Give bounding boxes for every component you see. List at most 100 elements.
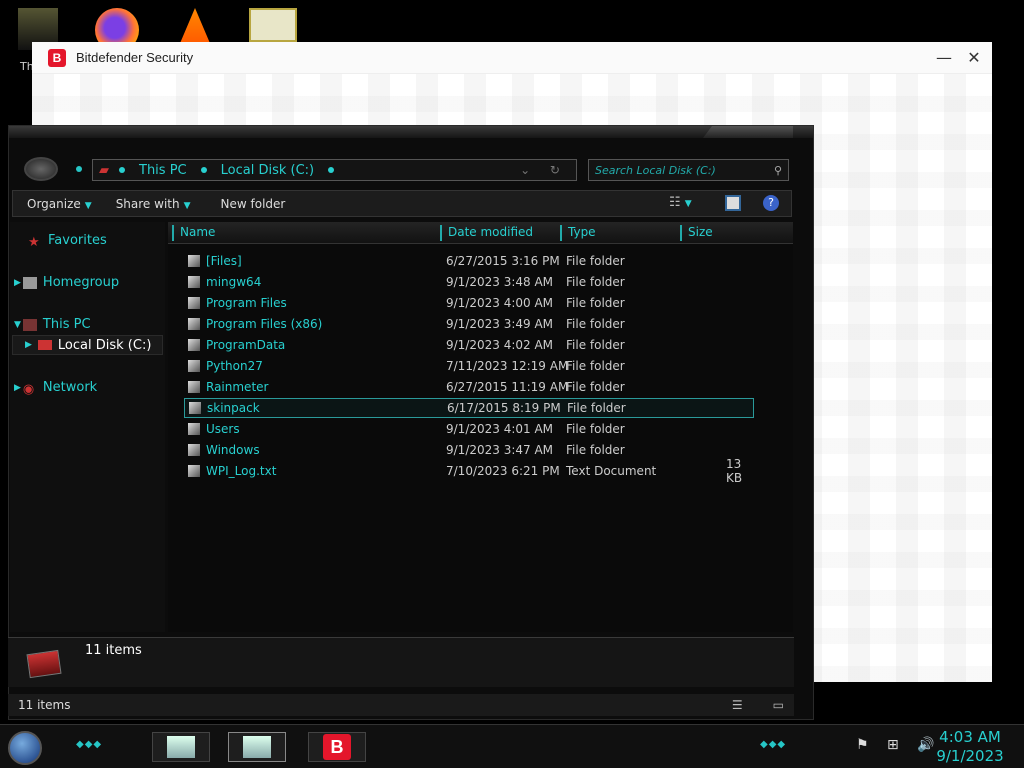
minimize-button[interactable]: — — [932, 48, 956, 67]
bitdefender-titlebar: B Bitdefender Security — ✕ — [32, 42, 992, 74]
file-row[interactable]: skinpack 6/17/2015 8:19 PM File folder — [184, 398, 754, 418]
expand-arrow-icon: ▶ — [25, 340, 32, 350]
hxd-icon[interactable] — [249, 8, 297, 42]
file-type: File folder — [566, 359, 625, 373]
file-date: 9/1/2023 4:00 AM — [446, 296, 554, 310]
search-placeholder: Search Local Disk (C:) — [595, 163, 716, 177]
column-header-size[interactable]: Size — [680, 225, 746, 241]
text-file-icon — [188, 465, 200, 477]
status-item-count: 11 items — [18, 698, 71, 712]
file-name: Users — [206, 422, 240, 436]
file-row[interactable]: mingw64 9/1/2023 3:48 AM File folder — [184, 272, 754, 292]
folder-icon — [188, 297, 200, 309]
folder-icon — [188, 255, 200, 267]
breadcrumb-separator-icon — [119, 167, 125, 173]
file-name: [Files] — [206, 254, 242, 268]
file-name: ProgramData — [206, 338, 286, 352]
chevron-down-icon: ▼ — [183, 200, 191, 211]
taskbar-app-bitdefender[interactable]: B — [308, 732, 366, 762]
nav-item-this-pc[interactable]: ▼ This PC — [14, 317, 91, 332]
explorer-icon — [243, 736, 271, 758]
column-header-date[interactable]: Date modified — [440, 225, 546, 241]
nav-item-local-disk[interactable]: ▶ Local Disk (C:) — [12, 335, 163, 355]
search-icon[interactable]: ⚲ — [774, 164, 782, 177]
nav-item-network[interactable]: ▶ ◉ Network — [14, 380, 97, 397]
taskbar-decoration-icon: ◆◆◆ — [76, 739, 103, 750]
tiles-view-icon[interactable]: ▭ — [773, 698, 784, 712]
expand-arrow-icon: ▶ — [14, 382, 21, 393]
file-name: skinpack — [207, 401, 260, 415]
folder-icon — [188, 423, 200, 435]
file-type: Text Document — [566, 464, 657, 478]
file-size: 13 KB — [726, 457, 743, 485]
chevron-down-icon: ▼ — [84, 200, 92, 211]
column-header-name[interactable]: Name — [172, 225, 427, 241]
preview-pane-icon[interactable] — [725, 195, 741, 211]
file-name: Windows — [206, 443, 260, 457]
file-row[interactable]: Program Files (x86) 9/1/2023 3:49 AM File … — [184, 314, 754, 334]
drive-icon — [37, 340, 52, 350]
bitdefender-icon: B — [323, 734, 351, 760]
organize-button[interactable]: Organize ▼ — [27, 197, 92, 211]
file-type: File folder — [566, 380, 625, 394]
file-list: Name Date modified Type Size [Files] 6/27… — [168, 222, 793, 632]
file-row[interactable]: Users 9/1/2023 4:01 AM File folder — [184, 419, 754, 439]
taskbar: ◆◆◆ B ◆◆◆ ⚑ ⊞ 🔊 4:03 AM 9/1/2023 — [0, 724, 1024, 768]
file-date: 6/27/2015 3:16 PM — [446, 254, 560, 268]
close-button[interactable]: ✕ — [962, 48, 986, 67]
file-date: 9/1/2023 4:02 AM — [446, 338, 554, 352]
details-view-icon[interactable]: ☰ — [732, 698, 743, 712]
nav-item-homegroup[interactable]: ▶ Homegroup — [14, 275, 119, 290]
explorer-icon — [167, 736, 195, 758]
drive-thumbnail-icon — [26, 649, 62, 679]
file-row[interactable]: WPI_Log.txt 7/10/2023 6:21 PM Text Documen… — [184, 457, 754, 485]
help-icon[interactable]: ? — [763, 195, 779, 211]
favorites-icon: ★ — [28, 234, 40, 250]
back-button[interactable] — [24, 157, 58, 181]
breadcrumb-separator-icon — [200, 167, 207, 173]
breadcrumb-this-pc[interactable]: This PC — [139, 163, 187, 178]
file-row[interactable]: Program Files 9/1/2023 4:00 AM File folder — [184, 293, 754, 313]
file-type: File folder — [566, 296, 625, 310]
expand-arrow-icon: ▶ — [14, 277, 21, 288]
address-dropdown-refresh-icon[interactable]: ⌄ ↻ — [520, 163, 568, 177]
taskbar-app-explorer[interactable] — [152, 732, 210, 762]
column-header-type[interactable]: Type — [560, 225, 664, 241]
file-row[interactable]: Rainmeter 6/27/2015 11:19 AM File folder — [184, 377, 754, 397]
file-date: 7/11/2023 12:19 AM — [446, 359, 569, 373]
folder-icon — [188, 444, 200, 456]
file-row[interactable]: Windows 9/1/2023 3:47 AM File folder — [184, 440, 754, 460]
nav-item-favorites[interactable]: ★ Favorites — [28, 233, 107, 250]
file-row[interactable]: [Files] 6/27/2015 3:16 PM File folder — [184, 251, 754, 271]
start-button[interactable] — [8, 731, 42, 765]
bitdefender-title: Bitdefender Security — [76, 50, 194, 65]
folder-icon — [188, 339, 200, 351]
taskbar-app-explorer-active[interactable] — [228, 732, 286, 762]
file-row[interactable]: ProgramData 9/1/2023 4:02 AM File folder — [184, 335, 754, 355]
breadcrumb-local-disk[interactable]: Local Disk (C:) — [221, 163, 314, 178]
view-options-icon[interactable]: ☷ ▼ — [669, 195, 692, 210]
share-with-button[interactable]: Share with ▼ — [116, 197, 191, 211]
folder-icon — [189, 402, 201, 414]
file-type: File folder — [566, 317, 625, 331]
file-type: File folder — [566, 254, 625, 268]
file-type: File folder — [566, 275, 625, 289]
file-date: 9/1/2023 3:47 AM — [446, 443, 554, 457]
clock-date: 9/1/2023 — [936, 747, 1004, 765]
drive-icon: ▰ — [99, 162, 109, 178]
breadcrumb-separator-icon — [328, 167, 335, 173]
taskbar-decoration-icon: ◆◆◆ — [760, 739, 787, 750]
file-type: File folder — [566, 422, 625, 436]
new-folder-button[interactable]: New folder — [221, 197, 286, 211]
network-icon: ◉ — [22, 381, 35, 397]
system-tray-icons[interactable]: ⚑ ⊞ 🔊 — [856, 737, 942, 753]
file-date: 9/1/2023 4:01 AM — [446, 422, 554, 436]
address-bar[interactable]: ▰ This PC Local Disk (C:) ⌄ ↻ — [92, 159, 577, 181]
toolbar: Organize ▼ Share with ▼ New folder ☷ ▼ ? — [12, 190, 792, 217]
file-row[interactable]: Python27 7/11/2023 12:19 AM File folder — [184, 356, 754, 376]
file-name: WPI_Log.txt — [206, 464, 277, 478]
file-name: Program Files — [206, 296, 287, 310]
search-input[interactable]: Search Local Disk (C:) ⚲ — [588, 159, 789, 181]
clock[interactable]: 4:03 AM 9/1/2023 — [930, 728, 1010, 766]
details-item-count: 11 items — [85, 643, 142, 658]
